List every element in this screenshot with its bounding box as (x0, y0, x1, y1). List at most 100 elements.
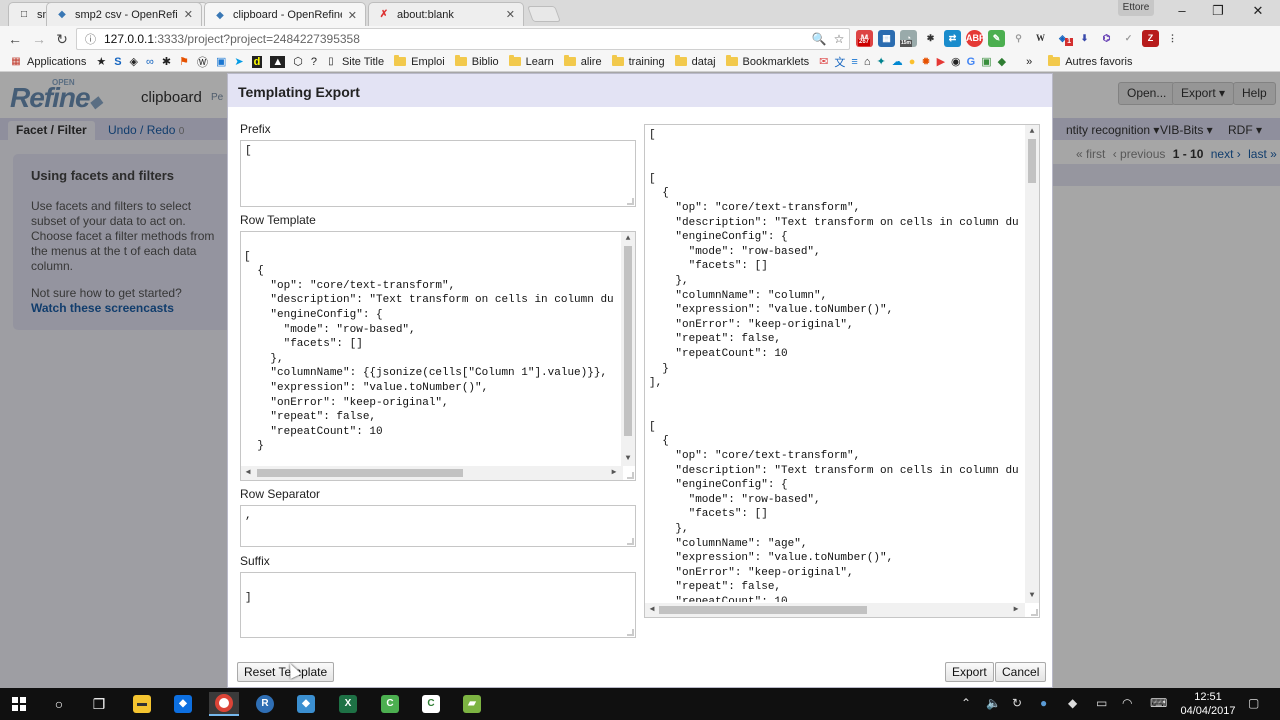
back-icon[interactable]: ← (4, 29, 26, 49)
scroll-up-icon[interactable]: ▲ (623, 234, 633, 244)
gear-bookmark-icon[interactable]: ✹ (921, 55, 930, 68)
task-view-icon[interactable]: ❐ (84, 692, 114, 716)
row-template-hscrollbar[interactable]: ◀ ▶ (241, 466, 623, 480)
zotero-icon[interactable]: Z (1142, 30, 1159, 47)
info-icon[interactable]: ⓘ (85, 31, 96, 47)
scroll-right-icon[interactable]: ▶ (609, 468, 619, 478)
zoom-icon[interactable]: 🔍 (809, 32, 829, 46)
bookmark-folder-bookmarklets[interactable]: Bookmarklets (725, 55, 809, 68)
adblock-icon[interactable]: ABP (966, 30, 985, 47)
green-bookmark-icon[interactable]: ▣ (981, 55, 991, 68)
bracket-bookmark-icon[interactable]: ▣ (216, 55, 226, 68)
notifications-icon[interactable]: ▢ (1248, 696, 1259, 710)
tab-clipboard[interactable]: ◆ clipboard - OpenRefine ✕ (204, 2, 366, 27)
forward-icon[interactable]: → (28, 29, 50, 49)
s-bookmark-icon[interactable]: S (114, 56, 121, 68)
export-button[interactable]: Export (945, 662, 994, 682)
google-bookmark-icon[interactable]: G (967, 56, 976, 68)
row-template-vscrollbar[interactable]: ▲ ▼ (621, 232, 635, 466)
bookmark-folder-training[interactable]: training (611, 55, 665, 68)
tab-smp2-csv-main[interactable]: ◆ smp2 csv - OpenRefine ✕ (46, 2, 202, 26)
search-icon[interactable]: ○ (44, 692, 74, 716)
close-tab-icon[interactable]: ✕ (348, 9, 357, 22)
bookmark-star-icon[interactable]: ☆ (829, 32, 849, 46)
menu-icon[interactable]: ⋮ (1164, 30, 1181, 47)
gear-icon[interactable]: ✱ (922, 30, 939, 47)
battery-icon[interactable]: ▭ (1096, 696, 1107, 710)
new-tab-button[interactable] (527, 6, 561, 22)
openrefine-app-icon[interactable]: ◆ (291, 692, 321, 716)
bookmark-folder-learn[interactable]: Learn (508, 55, 554, 68)
security-icon[interactable]: ● (1040, 696, 1047, 710)
apps-bookmark[interactable]: ▦ Applications (10, 56, 86, 68)
evernote-icon[interactable]: ✎ (988, 30, 1005, 47)
bookmark-folder-emploi[interactable]: Emploi (394, 55, 445, 68)
scroll-right-icon[interactable]: ▶ (1011, 605, 1021, 615)
puzzle-bookmark-icon[interactable]: ✱ (162, 55, 171, 68)
r-app-icon[interactable]: R (250, 692, 280, 716)
scroll-up-icon[interactable]: ▲ (1027, 127, 1037, 137)
download-icon[interactable]: ⬇ (1076, 30, 1093, 47)
scroll-thumb[interactable] (624, 246, 632, 436)
bookmark-folder-biblio[interactable]: Biblio (454, 55, 499, 68)
scroll-thumb[interactable] (257, 469, 463, 477)
d-bookmark-icon[interactable]: d (251, 55, 263, 68)
tab-about-blank[interactable]: ✗ about:blank ✕ (368, 2, 524, 26)
gmail-bookmark-icon[interactable]: ✉ (819, 55, 828, 68)
search-ext-icon[interactable]: ⚲ (1010, 30, 1027, 47)
scroll-down-icon[interactable]: ▼ (1027, 591, 1037, 601)
windows-start-icon[interactable] (4, 692, 34, 716)
bookmark-folder-dataj[interactable]: dataj (674, 55, 716, 68)
sync-icon[interactable]: ↻ (1012, 696, 1022, 710)
camtasia-icon[interactable]: C (375, 692, 405, 716)
cube-bookmark-icon[interactable]: ⬡ (293, 55, 303, 68)
row-separator-textarea[interactable]: , (240, 505, 636, 547)
diamond-bookmark-icon[interactable]: ◈ (130, 55, 138, 68)
resize-handle[interactable] (627, 629, 634, 636)
ghost-bookmark-icon[interactable]: ▲ (270, 55, 286, 68)
sun-bookmark-icon[interactable]: ● (909, 56, 916, 68)
graph-icon[interactable]: ⌬ (1098, 30, 1115, 47)
resize-handle[interactable] (627, 198, 634, 205)
help-bookmark-icon[interactable]: ? (311, 56, 317, 68)
preview-vscrollbar[interactable]: ▲ ▼ (1025, 125, 1039, 603)
green-app-icon[interactable]: ▰ (457, 692, 487, 716)
bookmark-folder-alire[interactable]: alire (563, 55, 602, 68)
dropbox-tray-icon[interactable]: ◆ (1068, 696, 1077, 710)
flag-bookmark-icon[interactable]: ⚑ (179, 55, 189, 68)
language-icon[interactable]: ⌨ (1150, 696, 1167, 710)
prefix-textarea[interactable]: [ (240, 140, 636, 207)
chrome-icon[interactable] (209, 692, 239, 716)
scroll-thumb[interactable] (1028, 139, 1036, 183)
tray-chevron-icon[interactable]: ⌃ (961, 696, 971, 710)
cube-icon[interactable]: ◈ 1 (1054, 30, 1073, 47)
gmail-icon[interactable]: M 267 (856, 30, 873, 47)
clock[interactable]: 12:51 04/04/2017 (1178, 690, 1238, 718)
restore-icon[interactable]: ❐ (1200, 3, 1236, 21)
file-explorer-icon[interactable]: ▬ (127, 692, 157, 716)
scroll-down-icon[interactable]: ▼ (623, 454, 633, 464)
resize-handle[interactable] (627, 538, 634, 545)
youtube-bookmark-icon[interactable]: ▶ (937, 55, 945, 68)
scroll-left-icon[interactable]: ◀ (243, 468, 253, 478)
arrow-bookmark-icon[interactable]: ◆ (998, 55, 1006, 68)
suffix-textarea[interactable]: ] (240, 572, 636, 638)
cancel-button[interactable]: Cancel (995, 662, 1047, 682)
bank-bookmark-icon[interactable]: ⌂ (864, 56, 871, 68)
other-bookmarks[interactable]: Autres favoris (1048, 55, 1132, 68)
dropbox-icon[interactable]: ◆ (168, 692, 198, 716)
resize-handle[interactable] (1031, 609, 1038, 616)
preview-hscrollbar[interactable]: ◀ ▶ (645, 603, 1025, 617)
resize-handle[interactable] (627, 472, 634, 479)
send-bookmark-icon[interactable]: ➤ (234, 55, 243, 68)
link-bookmark-icon[interactable]: ∞ (146, 56, 154, 68)
cloud-bookmark-icon[interactable]: ☁ (892, 55, 903, 68)
list-bookmark-icon[interactable]: ≡ (851, 56, 857, 68)
volume-icon[interactable]: 🔈 (986, 696, 1001, 710)
timer-icon[interactable]: ◔ 15m (900, 30, 917, 47)
bird-bookmark-icon[interactable]: ✦ (876, 55, 885, 68)
more-bookmarks[interactable]: » (1026, 56, 1032, 68)
feather-icon[interactable]: ✓ (1120, 30, 1137, 47)
close-tab-icon[interactable]: ✕ (184, 8, 193, 21)
close-tab-icon[interactable]: ✕ (506, 8, 515, 21)
